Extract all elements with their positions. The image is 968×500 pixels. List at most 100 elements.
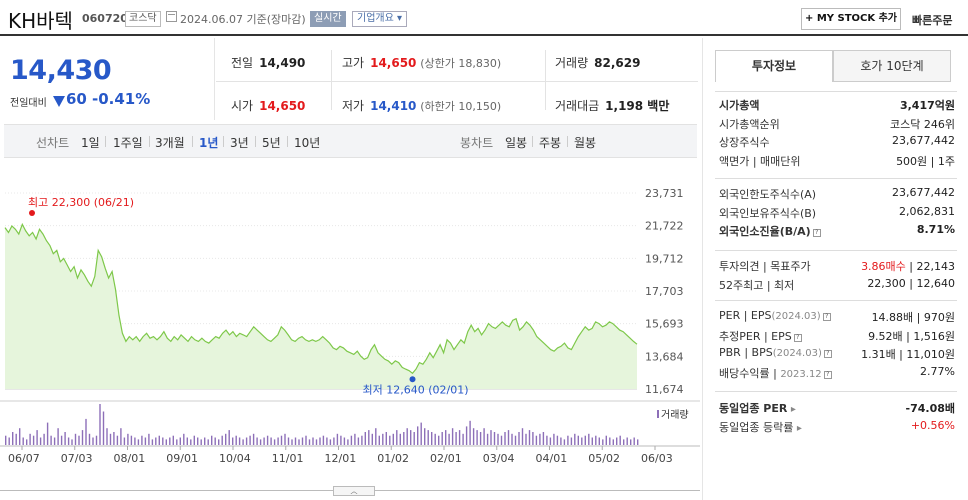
rank-label: 시가총액순위: [719, 117, 780, 131]
volume-bar: [102, 411, 105, 445]
volume-bar: [8, 437, 10, 445]
volume-bar: [26, 439, 28, 445]
volume-bar: [595, 435, 597, 445]
volume-bar: [36, 430, 38, 445]
volume-bar: [497, 433, 499, 445]
volume-bar: [305, 435, 307, 445]
volume-bar: [542, 432, 545, 445]
volume-bar: [483, 428, 485, 445]
help-icon[interactable]: ?: [793, 333, 802, 342]
52w-value: 22,300 | 12,640: [867, 276, 955, 290]
volume-bar: [619, 435, 621, 445]
y-tick-label: 19,712: [645, 252, 684, 265]
add-mystock-button[interactable]: + MY STOCK 추가: [801, 8, 901, 30]
volume-bar: [441, 432, 443, 445]
pbr-label: PBR | BPS(2024.03)?: [719, 346, 832, 359]
candle-weekly[interactable]: 주봉: [539, 134, 561, 151]
volume-bar: [434, 433, 436, 445]
x-tick-label: 03/04: [483, 452, 515, 465]
volume-bar: [417, 426, 419, 445]
x-tick-label: 02/01: [430, 452, 462, 465]
volume-bar: [256, 437, 258, 445]
volume-bar: [46, 422, 49, 445]
period-1y[interactable]: 1년: [199, 134, 218, 151]
foreign-limit-value: 23,677,442: [892, 186, 955, 199]
volume-bar: [137, 439, 140, 445]
volume-bar: [556, 435, 559, 445]
volume-bar: [577, 435, 579, 445]
52w-label: 52주최고 | 최저: [719, 278, 795, 292]
est-per-label: 추정PER | EPS?: [719, 328, 802, 344]
volume-bar: [598, 437, 600, 445]
volume-bar: [584, 435, 586, 445]
volume-bar: [12, 432, 14, 445]
volume-bar: [134, 437, 136, 445]
tab-orderbook[interactable]: 호가 10단계: [833, 50, 951, 82]
volume-bar: [392, 433, 394, 445]
opinion-group: 투자의견 | 목표주가 3.86매수 | 22,143 52주최고 | 최저 22,…: [715, 250, 957, 293]
volume-bar: [605, 435, 607, 445]
volume-bar: [214, 437, 216, 445]
quick-order-link[interactable]: 빠른주문: [912, 12, 952, 28]
tab-investment-info[interactable]: 투자정보: [715, 50, 833, 82]
volume-bar: [472, 428, 475, 445]
period-3m[interactable]: 3개월: [155, 134, 185, 151]
volume-bar: [424, 428, 426, 445]
volume-bar: [490, 430, 492, 445]
candle-monthly[interactable]: 월봉: [574, 134, 596, 151]
price-chart[interactable]: 23,731 21,722 19,712 17,703 15,693 13,684 11,6…: [0, 175, 700, 475]
period-3y[interactable]: 3년: [230, 134, 249, 151]
volume-bar: [340, 435, 342, 445]
y-tick-label: 11,674: [645, 383, 684, 396]
calendar-icon: [166, 11, 177, 22]
volume-bar: [53, 437, 56, 445]
period-5y[interactable]: 5년: [262, 134, 281, 151]
market-cap-value: 3,417억원: [899, 99, 955, 112]
shares-label: 상장주식수: [719, 136, 770, 149]
volume-bar: [57, 428, 59, 445]
market-cap-group: 시가총액 3,417억원 시가총액순위 코스닥 246위 상장주식수 23,677,4…: [715, 91, 957, 169]
volume-bar: [609, 437, 611, 445]
volume-bar: [60, 435, 63, 445]
volume-bar: [200, 439, 202, 445]
stock-code: 060720: [82, 12, 128, 25]
period-1w[interactable]: 1주일: [113, 134, 143, 151]
period-1d[interactable]: 1일: [81, 134, 100, 151]
volume-bar: [280, 435, 283, 445]
volume-bar: [113, 432, 115, 445]
par-label: 액면가 | 매매단위: [719, 154, 801, 168]
volume-bar: [301, 437, 304, 445]
volume-bar: [343, 437, 346, 445]
dividend-value: 2.77%: [920, 364, 955, 378]
help-icon[interactable]: ?: [823, 350, 832, 358]
volume-bar: [553, 433, 555, 445]
foreign-limit-label: 외국인한도주식수(A): [719, 188, 817, 201]
help-icon[interactable]: ?: [823, 370, 832, 379]
help-icon[interactable]: ?: [822, 313, 831, 321]
low-price: 저가 14,410 (하한가 10,150): [342, 99, 502, 113]
volume-bar: [99, 404, 101, 445]
volume-bar: [413, 432, 415, 445]
expand-chart-button[interactable]: ︿: [333, 486, 375, 496]
volume-bar: [287, 437, 290, 445]
current-price-box: 14,430 전일대비 60 -0.41%: [0, 38, 215, 120]
pbr-value: 1.31배 | 11,010원: [861, 348, 955, 361]
volume-bar: [179, 437, 181, 445]
volume-bar: [141, 435, 143, 445]
rank-value: 코스닥 246위: [890, 117, 955, 131]
realtime-button[interactable]: 실시간: [310, 11, 346, 27]
x-tick-label: 04/01: [536, 452, 568, 465]
volume-bar: [385, 432, 387, 445]
volume-bar: [39, 437, 42, 445]
volume-bar: [427, 430, 429, 445]
company-overview-dropdown[interactable]: 기업개요 ▾: [352, 11, 407, 27]
volume-bar: [71, 439, 73, 445]
volume-bar: [204, 437, 206, 445]
period-10y[interactable]: 10년: [294, 134, 320, 151]
volume-bar: [259, 439, 262, 445]
foreign-hold-label: 외국인보유주식수(B): [719, 206, 817, 220]
help-icon[interactable]: ?: [812, 229, 821, 237]
low-label: 최저 12,640 (02/01): [363, 383, 469, 396]
volume-bar: [535, 435, 538, 445]
candle-daily[interactable]: 일봉: [505, 134, 527, 151]
